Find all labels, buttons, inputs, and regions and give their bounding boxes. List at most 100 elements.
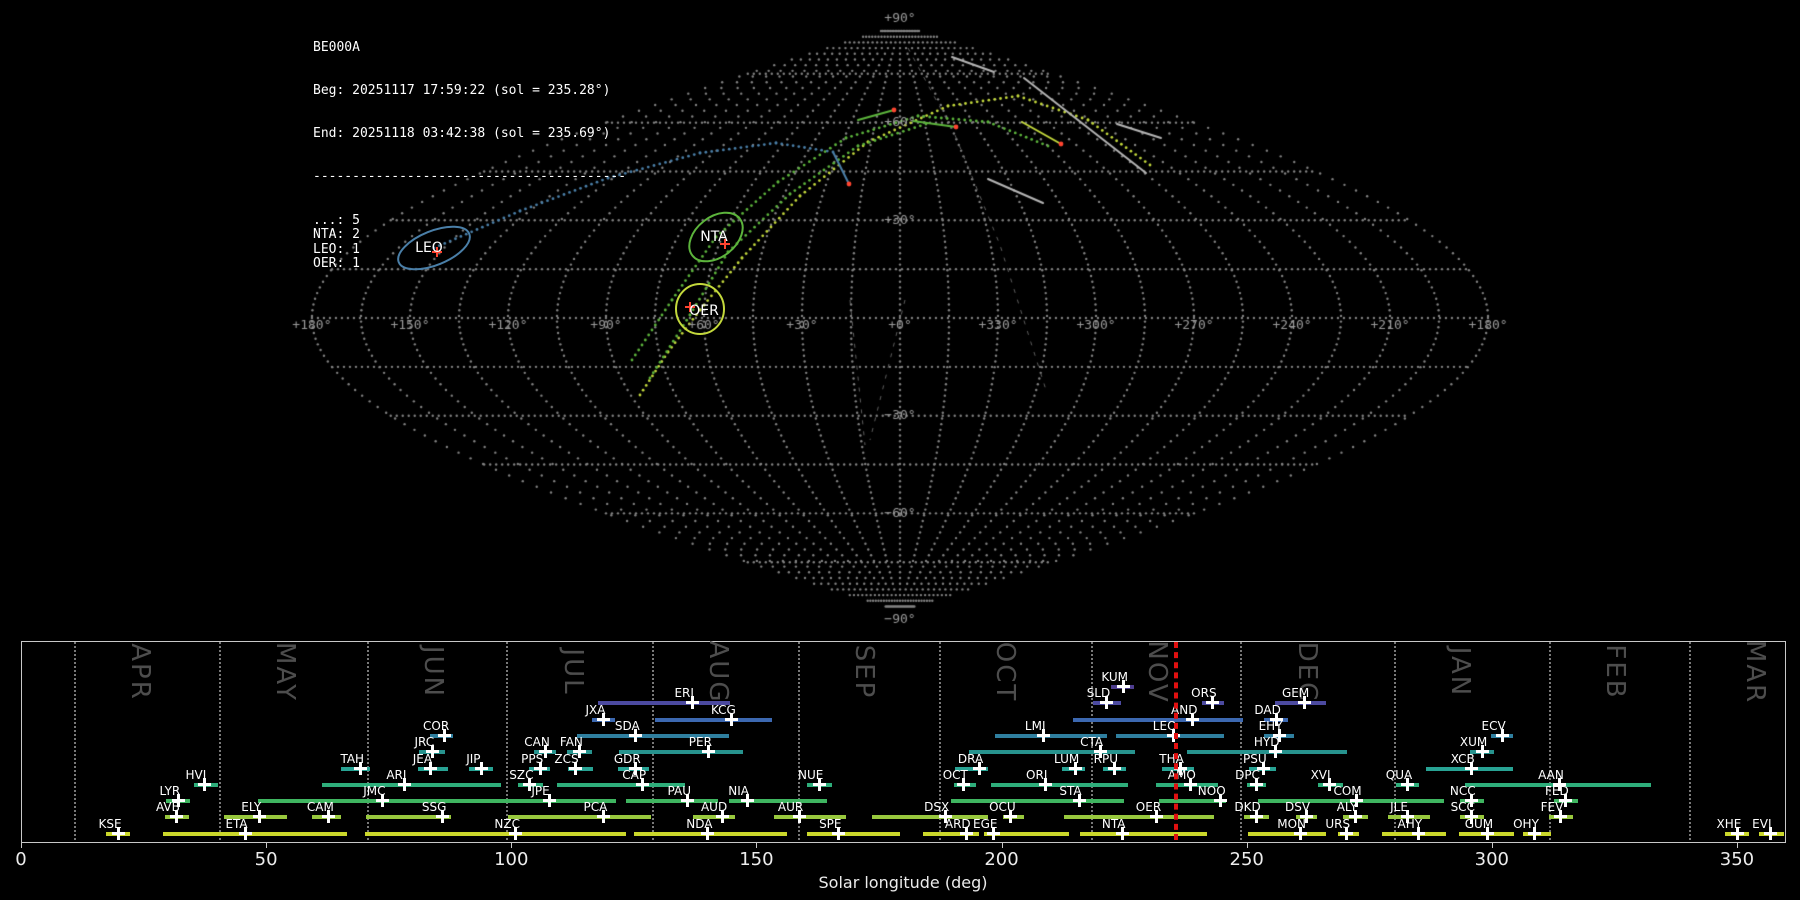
shower-code-label-ely: ELY <box>216 801 286 814</box>
shower-code-label-jmc: JMC <box>339 785 409 798</box>
x-tick-0 <box>21 842 22 848</box>
x-tick-label-200: 200 <box>972 849 1032 870</box>
shower-code-label-per: PER <box>665 736 735 749</box>
shower-code-label-cor: COR <box>401 720 471 733</box>
x-tick-100 <box>511 842 512 848</box>
shower-code-label-hyd: HYD <box>1232 736 1302 749</box>
month-gridline-mar <box>1689 642 1691 840</box>
month-label-sep: SEP <box>850 630 878 714</box>
sky-map: LEONTAOER BE000A Beg: 20251117 17:59:22 … <box>0 0 1800 637</box>
x-tick-label-50: 50 <box>236 849 296 870</box>
shower-activity-bar-nzc <box>365 832 626 836</box>
month-gridline-jun <box>367 642 369 840</box>
shower-count-line: OER: 1 <box>313 257 626 271</box>
radiant-oer: OER <box>676 284 724 334</box>
x-tick-350 <box>1737 842 1738 848</box>
shower-code-label-scc: SCC <box>1428 801 1498 814</box>
shower-code-label-cta: CTA <box>1057 736 1127 749</box>
shower-count-line: LEO: 1 <box>313 243 626 257</box>
shower-code-label-cam: CAM <box>285 801 355 814</box>
x-tick-300 <box>1492 842 1493 848</box>
session-begin: Beg: 20251117 17:59:22 (sol = 235.28°) <box>313 84 626 98</box>
shower-code-label-nda: NDA <box>664 818 734 831</box>
shower-code-label-fed: FED <box>1522 785 1592 798</box>
shower-code-label-hvi: HVI <box>161 769 231 782</box>
shower-code-label-lmi: LMI <box>1000 720 1070 733</box>
shower-code-label-ahy: AHY <box>1375 818 1445 831</box>
shower-code-label-aur: AUR <box>756 801 826 814</box>
shower-code-label-dad: DAD <box>1233 704 1303 717</box>
shower-code-label-leo: LEO <box>1130 720 1200 733</box>
shower-activity-bar-kcg <box>655 718 772 722</box>
shower-activity-bar-eta <box>163 832 347 836</box>
shower-code-label-eri: ERI <box>649 687 719 700</box>
shower-code-label-kum: KUM <box>1080 671 1150 684</box>
shower-code-label-evi: EVI <box>1727 818 1797 831</box>
shower-code-label-dpc: DPC <box>1213 769 1283 782</box>
x-tick-label-350: 350 <box>1707 849 1767 870</box>
shower-code-label-jpe: JPE <box>506 785 576 798</box>
shower-code-label-gdr: GDR <box>592 753 662 766</box>
shower-code-label-szc: SZC <box>486 769 556 782</box>
shower-count-line: ...: 5 <box>313 214 626 228</box>
shower-code-label-ncc: NCC <box>1428 785 1498 798</box>
shower-code-label-psu: PSU <box>1220 753 1290 766</box>
shower-code-label-noo: NOO <box>1177 785 1247 798</box>
shower-code-label-nue: NUE <box>776 769 846 782</box>
month-label-jul: JUL <box>559 630 587 714</box>
activity-timeline-chart: APRMAYJUNJULAUGSEPOCTNOVDECJANFEBMARKUME… <box>0 637 1800 900</box>
shower-code-label-pca: PCA <box>560 801 630 814</box>
month-label-feb: FEB <box>1601 630 1629 714</box>
shower-code-label-xum: XUM <box>1439 736 1509 749</box>
shower-code-label-rpu: RPU <box>1071 753 1141 766</box>
shower-code-label-jle: JLE <box>1364 801 1434 814</box>
shower-code-label-avb: AVB <box>133 801 203 814</box>
shower-code-label-ari: ARI <box>361 769 431 782</box>
shower-code-label-nta: NTA <box>1079 818 1149 831</box>
shower-code-label-tha: THA <box>1137 753 1207 766</box>
shower-code-label-ssg: SSG <box>399 801 469 814</box>
month-gridline-apr <box>74 642 76 840</box>
x-tick-200 <box>1002 842 1003 848</box>
x-axis-title: Solar longitude (deg) <box>753 873 1053 892</box>
x-tick-250 <box>1247 842 1248 848</box>
shower-code-label-qua: QUA <box>1364 769 1434 782</box>
month-label-jun: JUN <box>419 630 447 714</box>
x-tick-label-150: 150 <box>726 849 786 870</box>
session-end: End: 20251118 03:42:38 (sol = 235.69°) <box>313 127 626 141</box>
radiant-overlays: LEONTAOER <box>0 0 1800 637</box>
shower-code-label-kse: KSE <box>75 818 145 831</box>
shower-code-label-oct: OCT <box>920 769 990 782</box>
shower-code-label-sda: SDA <box>592 720 662 733</box>
shower-code-label-sld: SLD <box>1063 687 1133 700</box>
shower-code-label-fev: FEV <box>1517 801 1587 814</box>
shower-code-label-aan: AAN <box>1516 769 1586 782</box>
shower-code-label-dsx: DSX <box>902 801 972 814</box>
month-gridline-aug <box>652 642 654 840</box>
x-tick-50 <box>266 842 267 848</box>
shower-count-line: NTA: 2 <box>313 228 626 242</box>
shower-code-label-nzc: NZC <box>472 818 542 831</box>
shower-code-label-jxa: JXA <box>560 704 630 717</box>
observation-info-panel: BE000A Beg: 20251117 17:59:22 (sol = 235… <box>313 12 626 300</box>
x-tick-label-100: 100 <box>481 849 541 870</box>
shower-code-label-cap: CAP <box>599 769 669 782</box>
shower-code-label-urs: URS <box>1303 818 1373 831</box>
shower-code-label-kcg: KCG <box>688 704 758 717</box>
shower-activity-bar-mon <box>1248 832 1326 836</box>
current-sol-marker-1 <box>1176 642 1178 840</box>
radiant-nta: NTA <box>680 203 752 271</box>
shower-code-label-amo: AMO <box>1147 769 1217 782</box>
shower-code-label-jrc: JRC <box>389 736 459 749</box>
shower-count-list: ...: 5NTA: 2LEO: 1OER: 1 <box>313 214 626 272</box>
x-tick-label-250: 250 <box>1217 849 1277 870</box>
shower-code-label-ori: ORI <box>1002 769 1072 782</box>
radiant-label: NTA <box>700 229 728 245</box>
radiant-label: OER <box>689 303 719 319</box>
shower-code-label-sta: STA <box>1036 785 1106 798</box>
month-label-apr: APR <box>126 630 154 714</box>
shower-code-label-com: COM <box>1313 785 1383 798</box>
shower-code-label-ege: EGE <box>950 818 1020 831</box>
shower-code-label-tah: TAH <box>317 753 387 766</box>
shower-code-label-eta: ETA <box>202 818 272 831</box>
